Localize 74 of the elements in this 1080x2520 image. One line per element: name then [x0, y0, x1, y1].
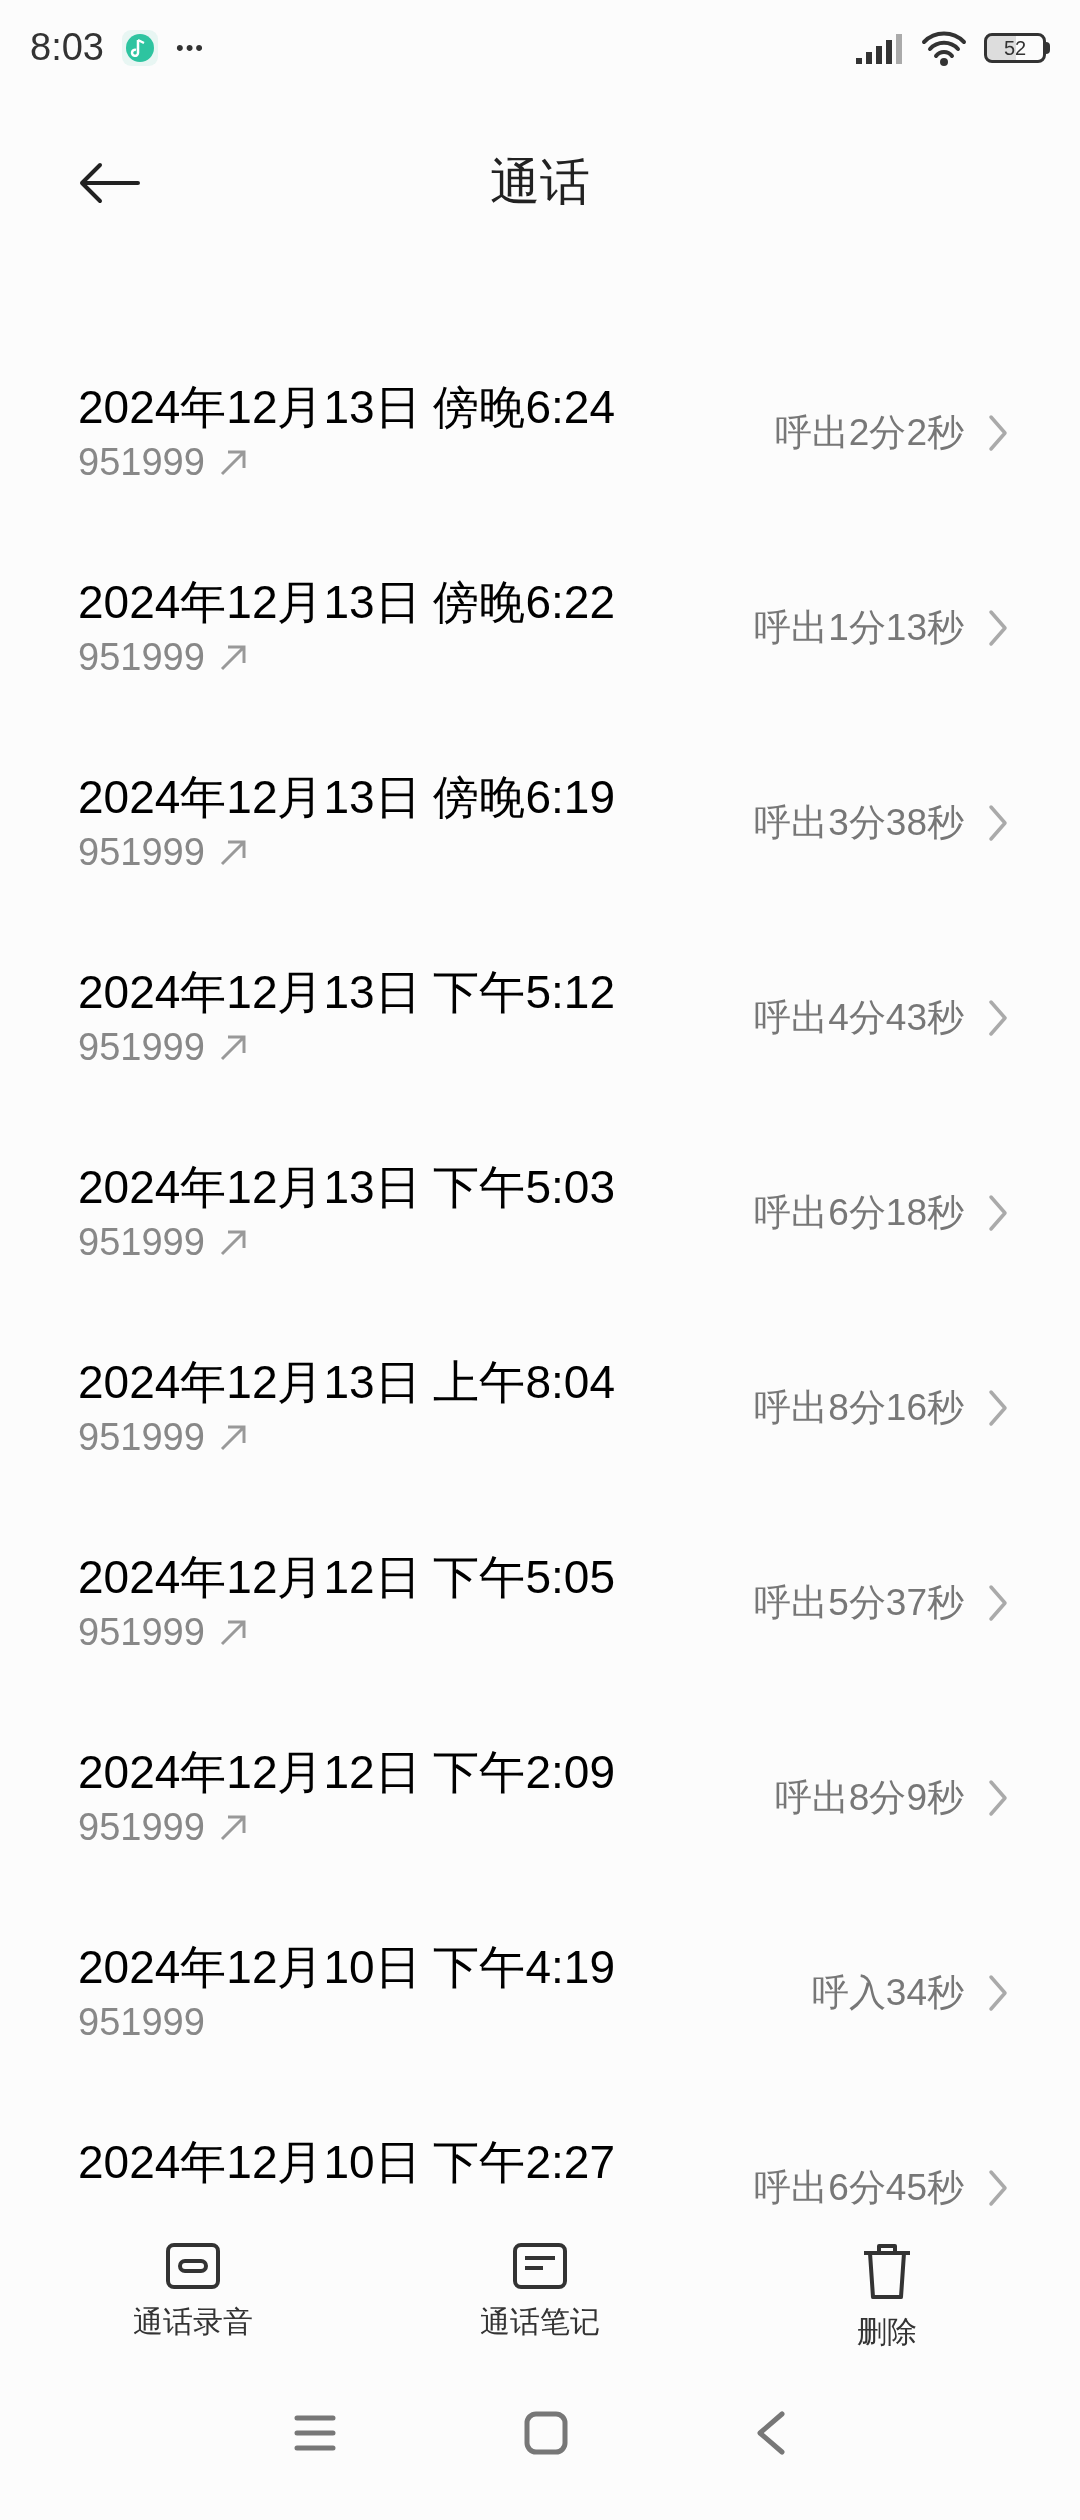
cassette-icon	[166, 2243, 221, 2289]
chevron-right-icon	[988, 803, 1008, 842]
call-log-row[interactable]: 2024年12月10日 下午2:27 呼出6分45秒	[0, 2090, 1080, 2215]
home-icon[interactable]	[524, 2410, 568, 2455]
outgoing-arrow-icon	[218, 643, 247, 672]
call-duration: 呼出2分2秒	[774, 410, 964, 455]
call-datetime: 2024年12月13日 下午5:12	[78, 964, 615, 1020]
chevron-right-icon	[988, 413, 1008, 452]
phone-number: 951999	[78, 2000, 205, 2045]
toolbar-action[interactable]: 通话录音	[20, 2215, 367, 2365]
more-notifications: •••	[175, 34, 206, 62]
call-datetime: 2024年12月12日 下午5:05	[78, 1549, 615, 1605]
call-datetime: 2024年12月10日 下午4:19	[78, 1939, 615, 1995]
note-icon	[513, 2243, 567, 2289]
chevron-right-icon	[988, 998, 1008, 1037]
call-duration: 呼出6分45秒	[754, 2165, 964, 2210]
phone-number: 951999	[78, 440, 205, 485]
call-log-row[interactable]: 2024年12月10日 下午4:19 951999 呼入34秒	[0, 1895, 1080, 2090]
call-duration: 呼出1分13秒	[754, 605, 964, 650]
call-duration: 呼出8分16秒	[754, 1385, 964, 1430]
call-datetime: 2024年12月13日 上午8:04	[78, 1354, 615, 1410]
toolbar-action[interactable]: 删除	[713, 2215, 1060, 2365]
chevron-right-icon	[988, 608, 1008, 647]
call-duration: 呼出5分37秒	[754, 1580, 964, 1625]
back-icon[interactable]	[756, 2410, 786, 2455]
phone-number: 951999	[78, 1415, 205, 1460]
outgoing-arrow-icon	[218, 1813, 247, 1842]
toolbar-action[interactable]: 通话笔记	[366, 2215, 714, 2365]
call-duration: 呼出3分38秒	[754, 800, 964, 845]
trash-icon	[861, 2243, 912, 2299]
phone-number: 951999	[78, 635, 205, 680]
call-log-row[interactable]: 2024年12月13日 上午8:04 951999 呼出8分16秒	[0, 1310, 1080, 1505]
call-log-row[interactable]: 2024年12月13日 傍晚6:19 951999 呼出3分38秒	[0, 725, 1080, 920]
call-duration: 呼出4分43秒	[754, 995, 964, 1040]
back-button[interactable]	[78, 160, 140, 205]
call-datetime: 2024年12月13日 傍晚6:19	[78, 769, 615, 825]
battery-indicator: 52	[984, 32, 1050, 63]
chevron-right-icon	[988, 1388, 1008, 1427]
page-title: 通话	[490, 153, 590, 212]
chevron-right-icon	[988, 1583, 1008, 1622]
call-log-row[interactable]: 2024年12月13日 傍晚6:22 951999 呼出1分13秒	[0, 530, 1080, 725]
phone-number: 951999	[78, 1025, 205, 1070]
call-datetime: 2024年12月13日 下午5:03	[78, 1159, 615, 1215]
back-arrow-icon	[78, 161, 140, 204]
chevron-right-icon	[988, 1193, 1008, 1232]
call-log-row[interactable]: 2024年12月13日 下午5:12 951999 呼出4分43秒	[0, 920, 1080, 1115]
wifi-icon	[920, 29, 968, 66]
status-time: 8:03	[30, 25, 104, 70]
chevron-right-icon	[988, 1778, 1008, 1817]
call-datetime: 2024年12月13日 傍晚6:22	[78, 574, 615, 630]
phone-number: 951999	[78, 830, 205, 875]
call-log-row[interactable]: 2024年12月12日 下午2:09 951999 呼出8分9秒	[0, 1700, 1080, 1895]
call-duration: 呼出8分9秒	[774, 1775, 964, 1820]
call-duration: 呼入34秒	[811, 1970, 964, 2015]
call-duration: 呼出6分18秒	[754, 1190, 964, 1235]
call-datetime: 2024年12月12日 下午2:09	[78, 1744, 615, 1800]
music-app-icon	[121, 29, 158, 66]
phone-number: 951999	[78, 1610, 205, 1655]
menu-icon[interactable]	[294, 2413, 336, 2452]
chevron-right-icon	[988, 2168, 1008, 2207]
call-log-row[interactable]: 2024年12月13日 下午5:03 951999 呼出6分18秒	[0, 1115, 1080, 1310]
call-log-row[interactable]: 2024年12月13日 傍晚6:24 951999 呼出2分2秒	[0, 335, 1080, 530]
outgoing-arrow-icon	[218, 448, 247, 477]
call-log-row[interactable]: 2024年12月12日 下午5:05 951999 呼出5分37秒	[0, 1505, 1080, 1700]
outgoing-arrow-icon	[218, 838, 247, 867]
outgoing-arrow-icon	[218, 1228, 247, 1257]
call-datetime: 2024年12月10日 下午2:27	[78, 2134, 615, 2190]
outgoing-arrow-icon	[218, 1423, 247, 1452]
call-datetime: 2024年12月13日 傍晚6:24	[78, 379, 615, 435]
phone-number: 951999	[78, 1220, 205, 1265]
phone-number: 951999	[78, 1805, 205, 1850]
outgoing-arrow-icon	[218, 1033, 247, 1062]
chevron-right-icon	[988, 1973, 1008, 2012]
outgoing-arrow-icon	[218, 1618, 247, 1647]
